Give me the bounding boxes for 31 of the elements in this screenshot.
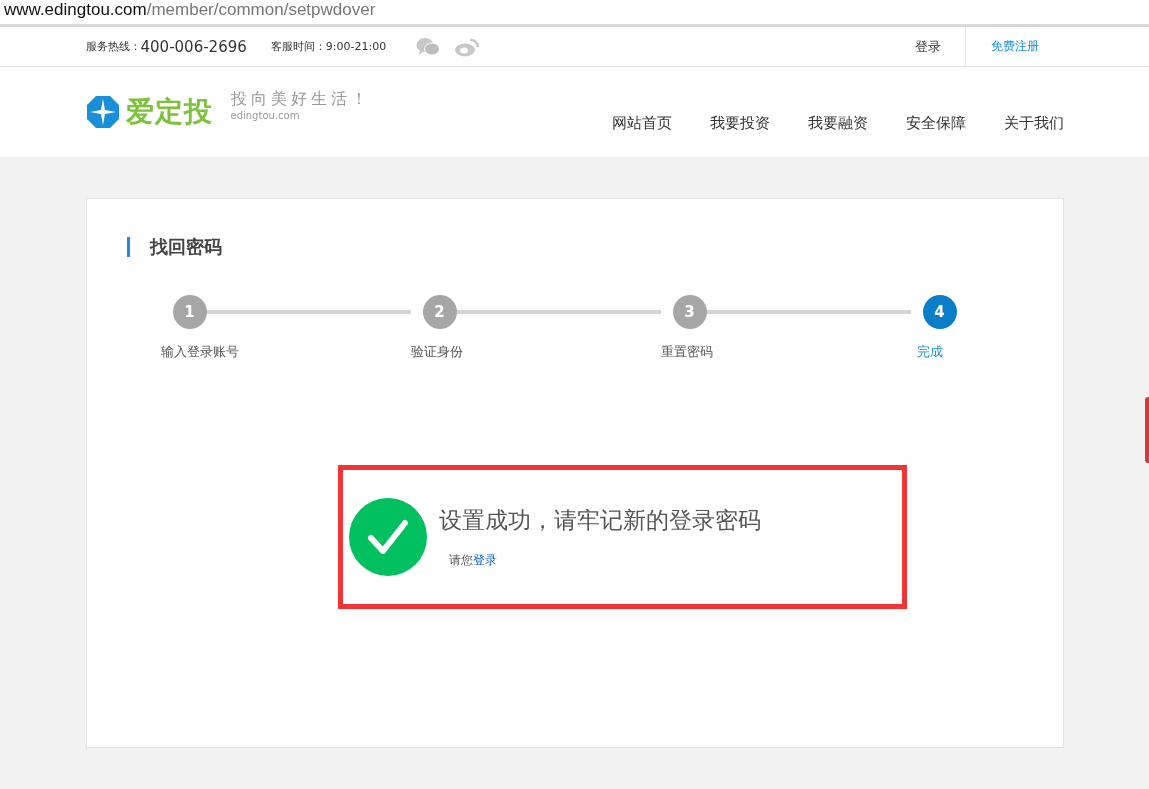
- nav-link[interactable]: 关于我们: [1003, 113, 1064, 133]
- step-label: 输入登录账号: [160, 343, 240, 361]
- address-bar[interactable]: www.edingtou.com/member/common/setpwdover: [0, 0, 1149, 27]
- section-title: 找回密码: [126, 237, 1063, 257]
- nav-link[interactable]: 安全保障: [905, 113, 966, 133]
- hours-label: 客服时间：: [270, 39, 326, 54]
- login-link[interactable]: 登录: [472, 553, 497, 567]
- service-hours: 9:00-21:00: [325, 40, 387, 53]
- success-message: 设置成功，请牢记新的登录密码: [438, 506, 761, 535]
- step-number: 3: [672, 295, 707, 329]
- login-prompt: 请您: [448, 553, 473, 567]
- logo-domain: edingtou.com: [230, 110, 301, 121]
- slogan: 投向美好生活！: [230, 89, 371, 110]
- star-logo-icon: [85, 95, 120, 129]
- step-label: 完成: [916, 343, 944, 361]
- chat-bubbles-icon[interactable]: [416, 36, 441, 57]
- step-number: 2: [422, 295, 457, 329]
- hotline-number: 400-006-2696: [140, 37, 247, 56]
- nav-link[interactable]: 我要融资: [807, 113, 868, 133]
- side-tab[interactable]: [1145, 397, 1149, 463]
- nav-link[interactable]: 网站首页: [611, 113, 672, 133]
- step-label: 重置密码: [660, 343, 714, 361]
- register-link[interactable]: 免费注册: [965, 38, 1064, 55]
- step-number: 1: [172, 295, 207, 329]
- checkmark-circle-icon: [348, 498, 427, 576]
- nav-link[interactable]: 我要投资: [709, 113, 770, 133]
- hotline-label: 服务热线：: [85, 39, 141, 54]
- step-label: 验证身份: [410, 343, 464, 361]
- login-link[interactable]: 登录: [890, 27, 966, 66]
- logo-text: 爱定投: [125, 94, 213, 130]
- step-number: 4: [922, 295, 957, 329]
